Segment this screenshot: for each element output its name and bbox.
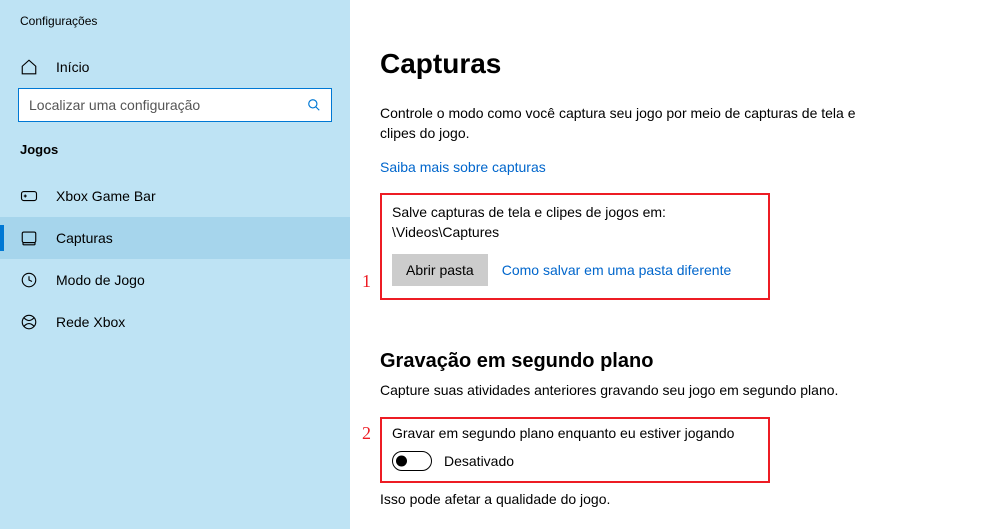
sidebar-home[interactable]: Início [0, 48, 350, 88]
sidebar-category: Jogos [0, 142, 350, 175]
learn-more-link[interactable]: Saiba mais sobre capturas [380, 159, 546, 175]
xbox-icon [20, 313, 38, 331]
content: Capturas Controle o modo como você captu… [350, 0, 988, 529]
save-button-row: Abrir pasta Como salvar em uma pasta dif… [392, 254, 758, 286]
sidebar-title: Configurações [0, 0, 350, 48]
save-location-text: Salve capturas de tela e clipes de jogos… [392, 203, 758, 242]
save-path: \Videos\Captures [392, 224, 499, 240]
page-desc: Controle o modo como você captura seu jo… [380, 104, 860, 143]
save-label: Salve capturas de tela e clipes de jogos… [392, 204, 666, 220]
sidebar-item-label: Rede Xbox [56, 314, 125, 330]
search-wrap [0, 88, 350, 142]
search-input[interactable] [29, 97, 307, 113]
sidebar-item-label: Capturas [56, 230, 113, 246]
bg-title: Gravação em segundo plano [380, 350, 948, 373]
bg-desc: Capture suas atividades anteriores grava… [380, 381, 860, 401]
bg-note: Isso pode afetar a qualidade do jogo. [380, 491, 948, 507]
search-icon [307, 98, 321, 112]
bg-toggle-state: Desativado [444, 453, 514, 469]
sidebar-item-capturas[interactable]: Capturas [0, 217, 350, 259]
bg-toggle-label: Gravar em segundo plano enquanto eu esti… [392, 425, 758, 441]
bg-toggle-box: 2 Gravar em segundo plano enquanto eu es… [380, 417, 770, 483]
sidebar: Configurações Início Jogos Xbox Game Bar… [0, 0, 350, 529]
sidebar-item-rede-xbox[interactable]: Rede Xbox [0, 301, 350, 343]
home-icon [20, 58, 38, 76]
capture-icon [20, 229, 38, 247]
search-box[interactable] [18, 88, 332, 122]
sidebar-item-xbox-game-bar[interactable]: Xbox Game Bar [0, 175, 350, 217]
open-folder-button[interactable]: Abrir pasta [392, 254, 488, 286]
toggle-knob [396, 455, 407, 466]
sidebar-item-label: Modo de Jogo [56, 272, 145, 288]
save-location-box: 1 Salve capturas de tela e clipes de jog… [380, 193, 770, 300]
sidebar-item-label: Xbox Game Bar [56, 188, 156, 204]
sidebar-home-label: Início [56, 59, 89, 75]
sidebar-item-modo-de-jogo[interactable]: Modo de Jogo [0, 259, 350, 301]
bg-toggle[interactable] [392, 451, 432, 471]
annotation-2: 2 [362, 423, 371, 444]
gamebar-icon [20, 187, 38, 205]
page-title: Capturas [380, 48, 948, 80]
how-save-link[interactable]: Como salvar em uma pasta diferente [502, 262, 732, 278]
annotation-1: 1 [362, 271, 371, 292]
gamemode-icon [20, 271, 38, 289]
background-recording-section: Gravação em segundo plano Capture suas a… [380, 350, 948, 507]
bg-toggle-row: Desativado [392, 451, 758, 471]
